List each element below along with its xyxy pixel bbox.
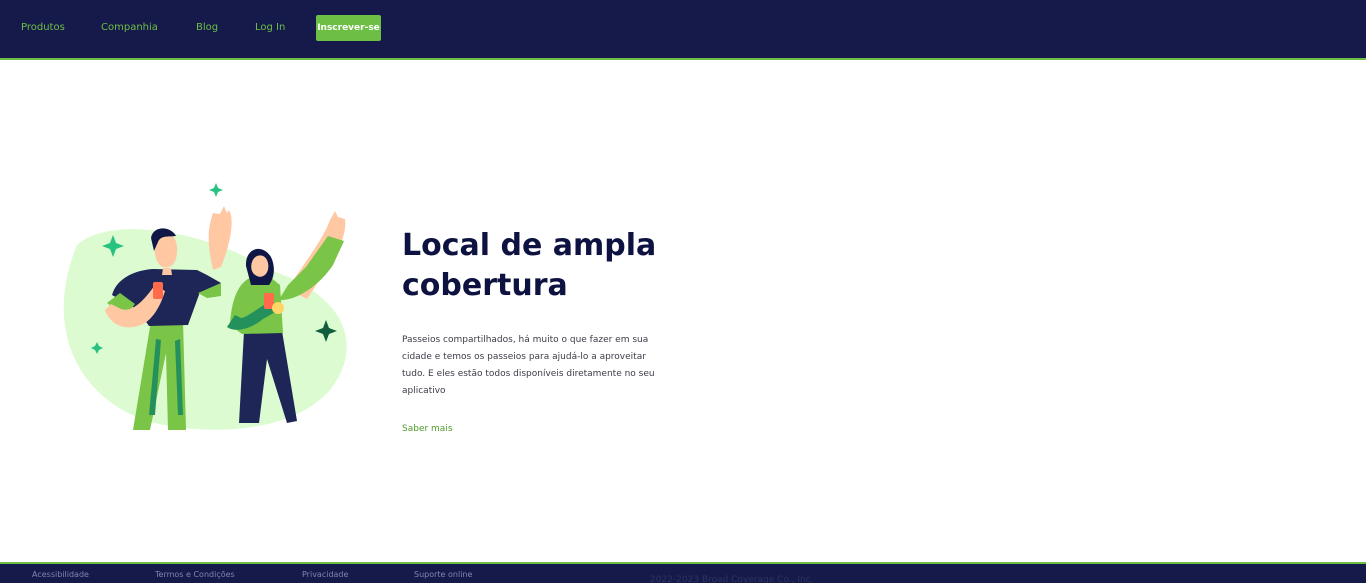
signup-button[interactable]: Inscrever-se <box>316 15 381 41</box>
nav-link-blog[interactable]: Blog <box>196 21 218 35</box>
nav-link-produtos[interactable]: Produtos <box>21 21 65 35</box>
background-blob <box>63 229 347 430</box>
nav-link-login[interactable]: Log In <box>255 21 285 35</box>
learn-more-link[interactable]: Saber mais <box>402 424 453 434</box>
footer-link-support[interactable]: Suporte online <box>414 570 472 579</box>
hero-description: Passeios compartilhados, há muito o que … <box>402 335 655 396</box>
hero-title: Local de ampla cobertura <box>402 228 657 303</box>
footer-link-privacy[interactable]: Privacidade <box>302 570 348 579</box>
sparkle-icon <box>209 183 223 197</box>
nav-link-companhia[interactable]: Companhia <box>101 21 158 35</box>
footer: Acessibilidade Termos e Condições Privac… <box>0 562 1366 583</box>
people-waving-illustration <box>63 183 347 430</box>
copyright-text: 2022-2023 Broad Coverage Co., Inc. <box>650 575 814 583</box>
top-navigation-bar: Produtos Companhia Blog Log In Inscrever… <box>0 0 1366 60</box>
footer-link-terms[interactable]: Termos e Condições <box>155 570 235 579</box>
footer-link-accessibility[interactable]: Acessibilidade <box>32 570 89 579</box>
